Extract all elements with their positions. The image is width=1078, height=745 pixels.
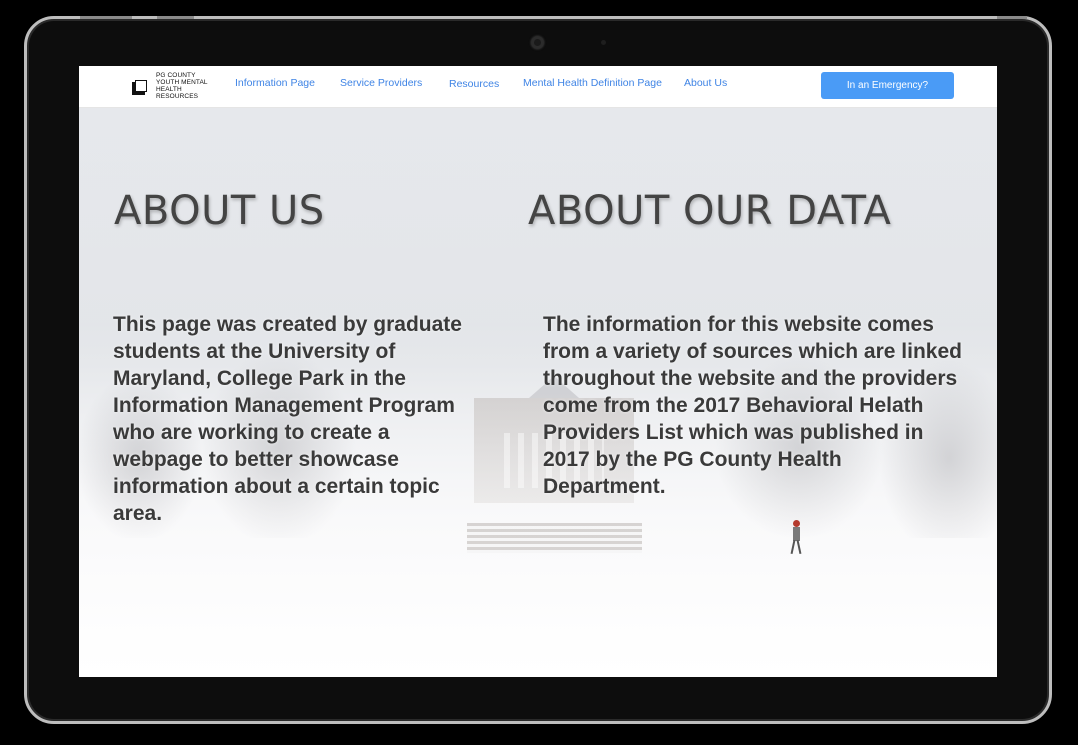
nav-link-resources[interactable]: Resources <box>449 78 499 90</box>
camera-icon <box>531 36 544 49</box>
emergency-button[interactable]: In an Emergency? <box>821 72 954 99</box>
frame-highlight <box>157 16 194 19</box>
logo-line: PG COUNTY <box>156 72 196 79</box>
about-us-text: This page was created by graduate studen… <box>113 313 462 525</box>
background-steps <box>467 523 642 553</box>
logo-line: YOUTH MENTAL <box>156 79 208 86</box>
about-data-heading: ABOUT OUR DATA <box>528 188 892 234</box>
logo-mark-icon <box>132 80 148 96</box>
about-us-heading: ABOUT US <box>114 188 325 234</box>
nav-link-service-providers[interactable]: Service Providers <box>340 77 422 89</box>
nav-link-information-page[interactable]: Information Page <box>235 77 315 89</box>
frame-highlight <box>80 16 132 19</box>
frame-highlight <box>997 16 1027 19</box>
screen: PG COUNTY YOUTH MENTAL HEALTH RESOURCES … <box>79 66 997 677</box>
logo-text: PG COUNTY YOUTH MENTAL HEALTH RESOURCES <box>156 72 226 100</box>
about-data-text: The information for this website comes f… <box>543 313 962 498</box>
logo-line: RESOURCES <box>156 93 199 100</box>
navbar: PG COUNTY YOUTH MENTAL HEALTH RESOURCES … <box>79 66 997 108</box>
sensor-dot <box>601 40 606 45</box>
nav-link-mental-health-definition[interactable]: Mental Health Definition Page <box>523 77 662 89</box>
logo-line: HEALTH <box>156 86 182 93</box>
nav-link-about-us[interactable]: About Us <box>684 77 727 89</box>
background-person <box>790 520 802 560</box>
